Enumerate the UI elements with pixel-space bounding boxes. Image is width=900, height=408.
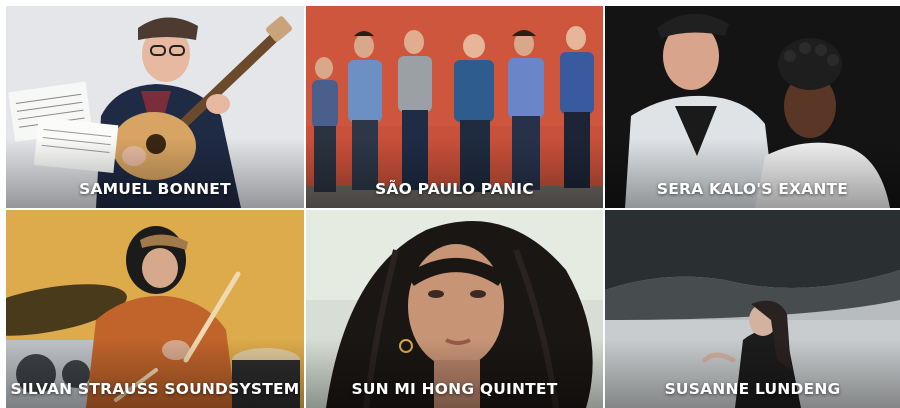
artist-name: SUN MI HONG QUINTET <box>351 380 558 398</box>
artist-card-sun-mi-hong-quintet[interactable]: SUN MI HONG QUINTET <box>306 210 603 408</box>
artist-grid: SAMUEL BONNET SÃO PAULO PANIC SERA KALO'… <box>0 0 900 408</box>
artist-card-sera-kalos-exante[interactable]: SERA KALO'S EXANTE <box>605 6 900 208</box>
artist-name: SAMUEL BONNET <box>79 180 231 198</box>
artist-name: SERA KALO'S EXANTE <box>656 180 849 198</box>
artist-card-silvan-strauss-soundsystem[interactable]: SILVAN STRAUSS SOUNDSYSTEM <box>6 210 304 408</box>
artist-card-sao-paulo-panic[interactable]: SÃO PAULO PANIC <box>306 6 603 208</box>
artist-card-susanne-lundeng[interactable]: SUSANNE LUNDENG <box>605 210 900 408</box>
artist-name: SUSANNE LUNDENG <box>664 380 841 398</box>
artist-name: SILVAN STRAUSS SOUNDSYSTEM <box>10 380 300 398</box>
artist-card-samuel-bonnet[interactable]: SAMUEL BONNET <box>6 6 304 208</box>
artist-name: SÃO PAULO PANIC <box>375 180 534 198</box>
